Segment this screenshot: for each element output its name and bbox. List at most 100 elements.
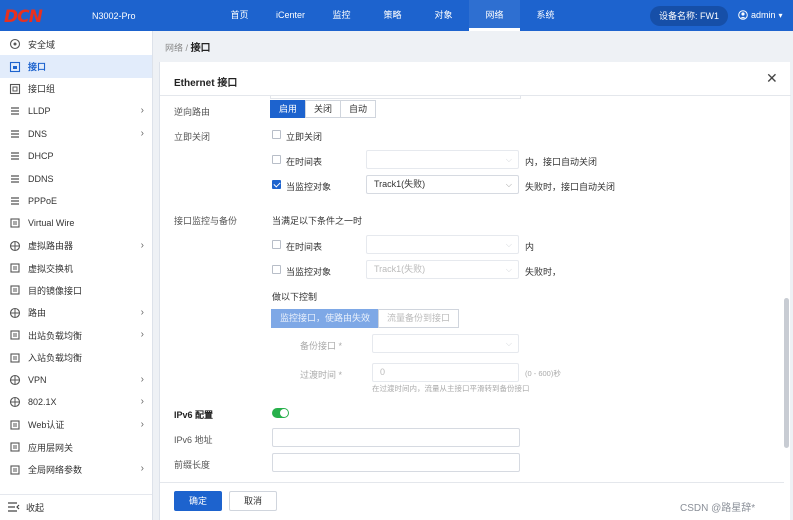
breadcrumb-parent[interactable]: 网络 (165, 43, 183, 53)
backup-schedule-suffix: 内 (525, 242, 535, 252)
prefix-length-input[interactable] (272, 453, 520, 472)
backup-schedule-select[interactable]: ⌵ (366, 235, 519, 254)
sidebar-item-label: DNS (28, 128, 48, 139)
shutdown-schedule-checkbox[interactable] (272, 155, 281, 164)
reverse-route-enable[interactable]: 启用 (270, 100, 307, 118)
sidebar-item-3[interactable]: LLDP › (0, 100, 152, 122)
sidebar-item-label: 路由 (28, 308, 47, 319)
sidebar-item-13[interactable]: 出站负载均衡 › (0, 324, 152, 346)
sidebar-item-12[interactable]: 路由 › (0, 302, 152, 324)
sidebar-item-0[interactable]: 安全域 (0, 33, 152, 55)
user-icon (738, 10, 748, 20)
route-icon (8, 306, 22, 320)
sidebar-item-label: 全局网络参数 (28, 465, 83, 476)
backup-schedule-checkbox[interactable] (272, 240, 281, 249)
sidebar-item-label: 虚拟路由器 (28, 241, 74, 252)
sidebar-item-8[interactable]: Virtual Wire (0, 212, 152, 234)
close-icon[interactable]: ✕ (766, 70, 778, 87)
chevron-down-icon: ⌵ (505, 265, 512, 274)
chevron-right-icon: › (140, 105, 144, 117)
top-nav-bar: DCN N3002-Pro 首页 iCenter 监控 策略 对象 网络 系统 设备名称: … (0, 0, 793, 31)
csdn-watermark: CSDN @路星辞* (680, 503, 756, 514)
shutdown-monitor-suffix: 失败时，接口自动关闭 (525, 182, 616, 192)
sidebar-item-6[interactable]: DDNS (0, 167, 152, 189)
nav-item-4[interactable]: 对象 (418, 0, 469, 31)
ipv6-config-label: IPv6 配置 (174, 410, 214, 420)
sidebar-item-14[interactable]: 入站负载均衡 (0, 346, 152, 368)
nav-item-5[interactable]: 网络 (469, 0, 520, 31)
nav-item-2[interactable]: 监控 (316, 0, 367, 31)
sidebar-item-9[interactable]: 虚拟路由器 › (0, 235, 152, 257)
ipv6-address-input[interactable] (272, 428, 520, 447)
reverse-route-disable[interactable]: 关闭 (305, 100, 342, 118)
dialog-scrollbar[interactable] (784, 298, 789, 448)
ethernet-interface-dialog: Ethernet 接口 ✕ 逆向路由 启用 关闭 自动 立即关闭 立即关闭 在时… (159, 62, 791, 520)
reverse-route-label: 逆向路由 (174, 107, 211, 117)
nav-item-0[interactable]: 首页 (214, 0, 265, 31)
reverse-route-auto[interactable]: 自动 (340, 100, 377, 118)
chevron-down-icon: ⌵ (505, 339, 512, 348)
nav-item-6[interactable]: 系统 (520, 0, 571, 31)
sidebar-item-label: 接口组 (28, 84, 56, 95)
transition-time-input[interactable]: 0 (372, 363, 519, 382)
transition-range: (0 - 600)秒 (525, 369, 561, 378)
sidebar-item-label: Web认证 (28, 420, 65, 431)
user-menu[interactable]: admin ▾ (738, 10, 783, 20)
ddns-icon (8, 172, 22, 186)
shutdown-schedule-suffix: 内，接口自动关闭 (525, 157, 598, 167)
sidebar-item-17[interactable]: Web认证 › (0, 414, 152, 436)
sidebar-item-15[interactable]: VPN › (0, 369, 152, 391)
chevron-right-icon: › (140, 127, 144, 139)
transition-time-label: 过渡时间 * (300, 370, 343, 380)
mirror-icon (8, 283, 22, 297)
alg-icon (8, 440, 22, 454)
sidebar-item-7[interactable]: PPPoE (0, 190, 152, 212)
backup-monitor-suffix: 失败时， (525, 267, 562, 277)
ok-button[interactable]: 确定 (174, 491, 222, 511)
dialog-title: Ethernet 接口 (174, 78, 238, 89)
sidebar-item-16[interactable]: 802.1X › (0, 391, 152, 413)
backup-action-label: 做以下控制 (272, 292, 318, 302)
sidebar-item-10[interactable]: 虚拟交换机 (0, 257, 152, 279)
shutdown-monitor-checkbox[interactable] (272, 180, 281, 189)
immediate-shutdown-checkbox[interactable] (272, 130, 281, 139)
action-backup-to-interface[interactable]: 流量备份到接口 (378, 309, 460, 328)
chevron-down-icon: ⌵ (505, 155, 512, 164)
device-model: N3002-Pro (92, 11, 136, 21)
backup-interface-select[interactable]: ⌵ (372, 334, 519, 353)
dhcp-icon (8, 149, 22, 163)
nav-item-3[interactable]: 策略 (367, 0, 418, 31)
collapse-sidebar-button[interactable]: 收起 (0, 494, 152, 520)
backup-monitor-checkbox[interactable] (272, 265, 281, 274)
sidebar-item-label: 目的镜像接口 (28, 285, 83, 296)
sidebar-item-1[interactable]: 接口 (0, 55, 152, 78)
shutdown-schedule-label: 在时间表 (286, 157, 323, 167)
shutdown-schedule-select[interactable]: ⌵ (366, 150, 519, 169)
sidebar-item-18[interactable]: 应用层网关 (0, 436, 152, 458)
sidebar-item-2[interactable]: 接口组 (0, 78, 152, 100)
nav-item-1[interactable]: iCenter (265, 0, 316, 31)
dns-icon (8, 127, 22, 141)
action-invalidate-route[interactable]: 监控接口，使路由失效 (271, 309, 380, 328)
outbound-lb-icon (8, 328, 22, 342)
sidebar-item-label: DDNS (28, 173, 54, 184)
sidebar-item-label: 接口 (28, 62, 47, 73)
interface-group-icon (8, 82, 22, 96)
sidebar-item-19[interactable]: 全局网络参数 › (0, 458, 152, 480)
backup-monitor-select[interactable]: Track1(失败) ⌵ (366, 260, 519, 279)
sidebar-item-label: PPPoE (28, 195, 58, 206)
sidebar-item-11[interactable]: 目的镜像接口 (0, 279, 152, 301)
sidebar-item-4[interactable]: DNS › (0, 123, 152, 145)
chevron-right-icon: › (140, 306, 144, 318)
cancel-button[interactable]: 取消 (229, 491, 277, 511)
sidebar-menu: 安全域接口接口组 LLDP › DNS › DHCP DDNS PPPoE Virtual Wi… (0, 31, 152, 481)
virtual-switch-icon (8, 261, 22, 275)
monitor-backup-label: 接口监控与备份 (174, 216, 238, 226)
breadcrumb-current: 接口 (190, 43, 211, 54)
ipv6-toggle[interactable] (272, 408, 289, 418)
shutdown-monitor-select[interactable]: Track1(失败) ⌵ (366, 175, 519, 194)
main-nav: 首页 iCenter 监控 策略 对象 网络 系统 (214, 0, 571, 31)
sidebar-item-5[interactable]: DHCP (0, 145, 152, 167)
device-name-badge[interactable]: 设备名称: FW1 (650, 6, 728, 26)
virtual-router-icon (8, 239, 22, 253)
